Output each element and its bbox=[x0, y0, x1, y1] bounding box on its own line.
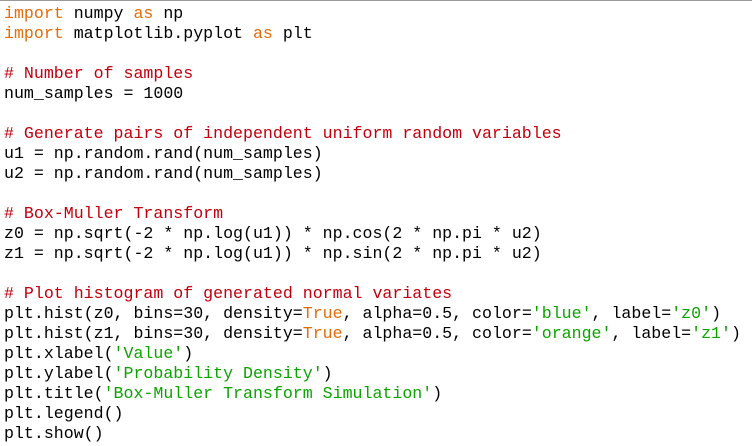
code-token-plain: plt.legend() bbox=[4, 404, 124, 423]
code-token-comment: # Plot histogram of generated normal var… bbox=[4, 284, 453, 303]
code-token-string: 'Probability Density' bbox=[113, 364, 323, 383]
code-token-string: 'Box-Muller Transform Simulation' bbox=[103, 384, 433, 403]
code-token-string: 'z0' bbox=[671, 304, 712, 323]
code-token-plain: , label= bbox=[611, 324, 692, 343]
code-line: plt.title('Box-Muller Transform Simulati… bbox=[4, 384, 741, 404]
code-token-string: 'blue' bbox=[531, 304, 592, 323]
code-token-plain: plt.title( bbox=[4, 384, 104, 403]
code-token-plain: ) bbox=[711, 304, 722, 323]
code-token-plain: z0 = np.sqrt(-2 * np.log(u1)) * np.cos(2… bbox=[4, 224, 542, 243]
code-token-comment: # Generate pairs of independent uniform … bbox=[4, 124, 562, 143]
code-token-plain: , alpha=0.5, color= bbox=[342, 304, 532, 323]
code-line: plt.ylabel('Probability Density') bbox=[4, 364, 741, 384]
code-line: plt.xlabel('Value') bbox=[4, 344, 741, 364]
code-token-plain: matplotlib.pyplot bbox=[63, 24, 253, 43]
code-token-keyword: import bbox=[4, 4, 64, 23]
code-token-plain: z1 = np.sqrt(-2 * np.log(u1)) * np.sin(2… bbox=[4, 244, 542, 263]
code-token-plain: u2 = np.random.rand(num_samples) bbox=[4, 164, 323, 183]
code-line: num_samples = 1000 bbox=[4, 84, 741, 104]
code-token-string: 'Value' bbox=[113, 344, 184, 363]
code-token-plain: plt.hist(z0, bins=30, density= bbox=[4, 304, 303, 323]
code-line: # Generate pairs of independent uniform … bbox=[4, 124, 741, 144]
code-line: plt.hist(z1, bins=30, density=True, alph… bbox=[4, 324, 741, 344]
code-line: plt.hist(z0, bins=30, density=True, alph… bbox=[4, 304, 741, 324]
code-token-comment: # Box-Muller Transform bbox=[4, 204, 224, 223]
code-line: plt.show() bbox=[4, 424, 741, 444]
code-line: plt.legend() bbox=[4, 404, 741, 424]
code-token-plain: ) bbox=[183, 344, 194, 363]
code-token-builtin: True bbox=[302, 304, 343, 323]
code-line: # Box-Muller Transform bbox=[4, 204, 741, 224]
code-token-keyword: as bbox=[133, 4, 154, 23]
code-token-plain: u1 = np.random.rand(num_samples) bbox=[4, 144, 323, 163]
code-token-string: 'z1' bbox=[691, 324, 731, 343]
code-line: u1 = np.random.rand(num_samples) bbox=[4, 144, 741, 164]
code-token-plain: ) bbox=[432, 384, 443, 403]
code-line: z0 = np.sqrt(-2 * np.log(u1)) * np.cos(2… bbox=[4, 224, 741, 244]
code-line: u2 = np.random.rand(num_samples) bbox=[4, 164, 741, 184]
code-line: # Plot histogram of generated normal var… bbox=[4, 284, 741, 304]
code-token-plain: plt.hist(z1, bins=30, density= bbox=[4, 324, 303, 343]
code-token-plain: , label= bbox=[591, 304, 672, 323]
code-token-plain: numpy bbox=[63, 4, 134, 23]
code-line: # Number of samples bbox=[4, 64, 741, 84]
code-token-string: 'orange' bbox=[531, 324, 612, 343]
code-token-plain: num_samples = 1000 bbox=[4, 84, 184, 103]
code-token-plain: np bbox=[153, 4, 184, 23]
code-token-plain: ) bbox=[322, 364, 333, 383]
code-editor-window: import numpy as np import matplotlib.pypl… bbox=[0, 0, 752, 446]
code-token-plain: plt.ylabel( bbox=[4, 364, 114, 383]
code-token-plain: plt bbox=[272, 24, 313, 43]
code-token-plain: ) bbox=[730, 324, 741, 343]
code-token-comment: # Number of samples bbox=[4, 64, 194, 83]
code-token-keyword: as bbox=[252, 24, 273, 43]
code-token-plain: plt.show() bbox=[4, 424, 104, 443]
code-token-keyword: import bbox=[4, 24, 64, 43]
code-token-plain: plt.xlabel( bbox=[4, 344, 114, 363]
code-line: import matplotlib.pyplot as plt bbox=[4, 24, 741, 44]
code-token-builtin: True bbox=[302, 324, 343, 343]
code-line: z1 = np.sqrt(-2 * np.log(u1)) * np.sin(2… bbox=[4, 244, 741, 264]
code-line: import numpy as np bbox=[4, 4, 741, 24]
code-block[interactable]: import numpy as np import matplotlib.pypl… bbox=[4, 4, 741, 444]
code-token-plain: , alpha=0.5, color= bbox=[342, 324, 532, 343]
